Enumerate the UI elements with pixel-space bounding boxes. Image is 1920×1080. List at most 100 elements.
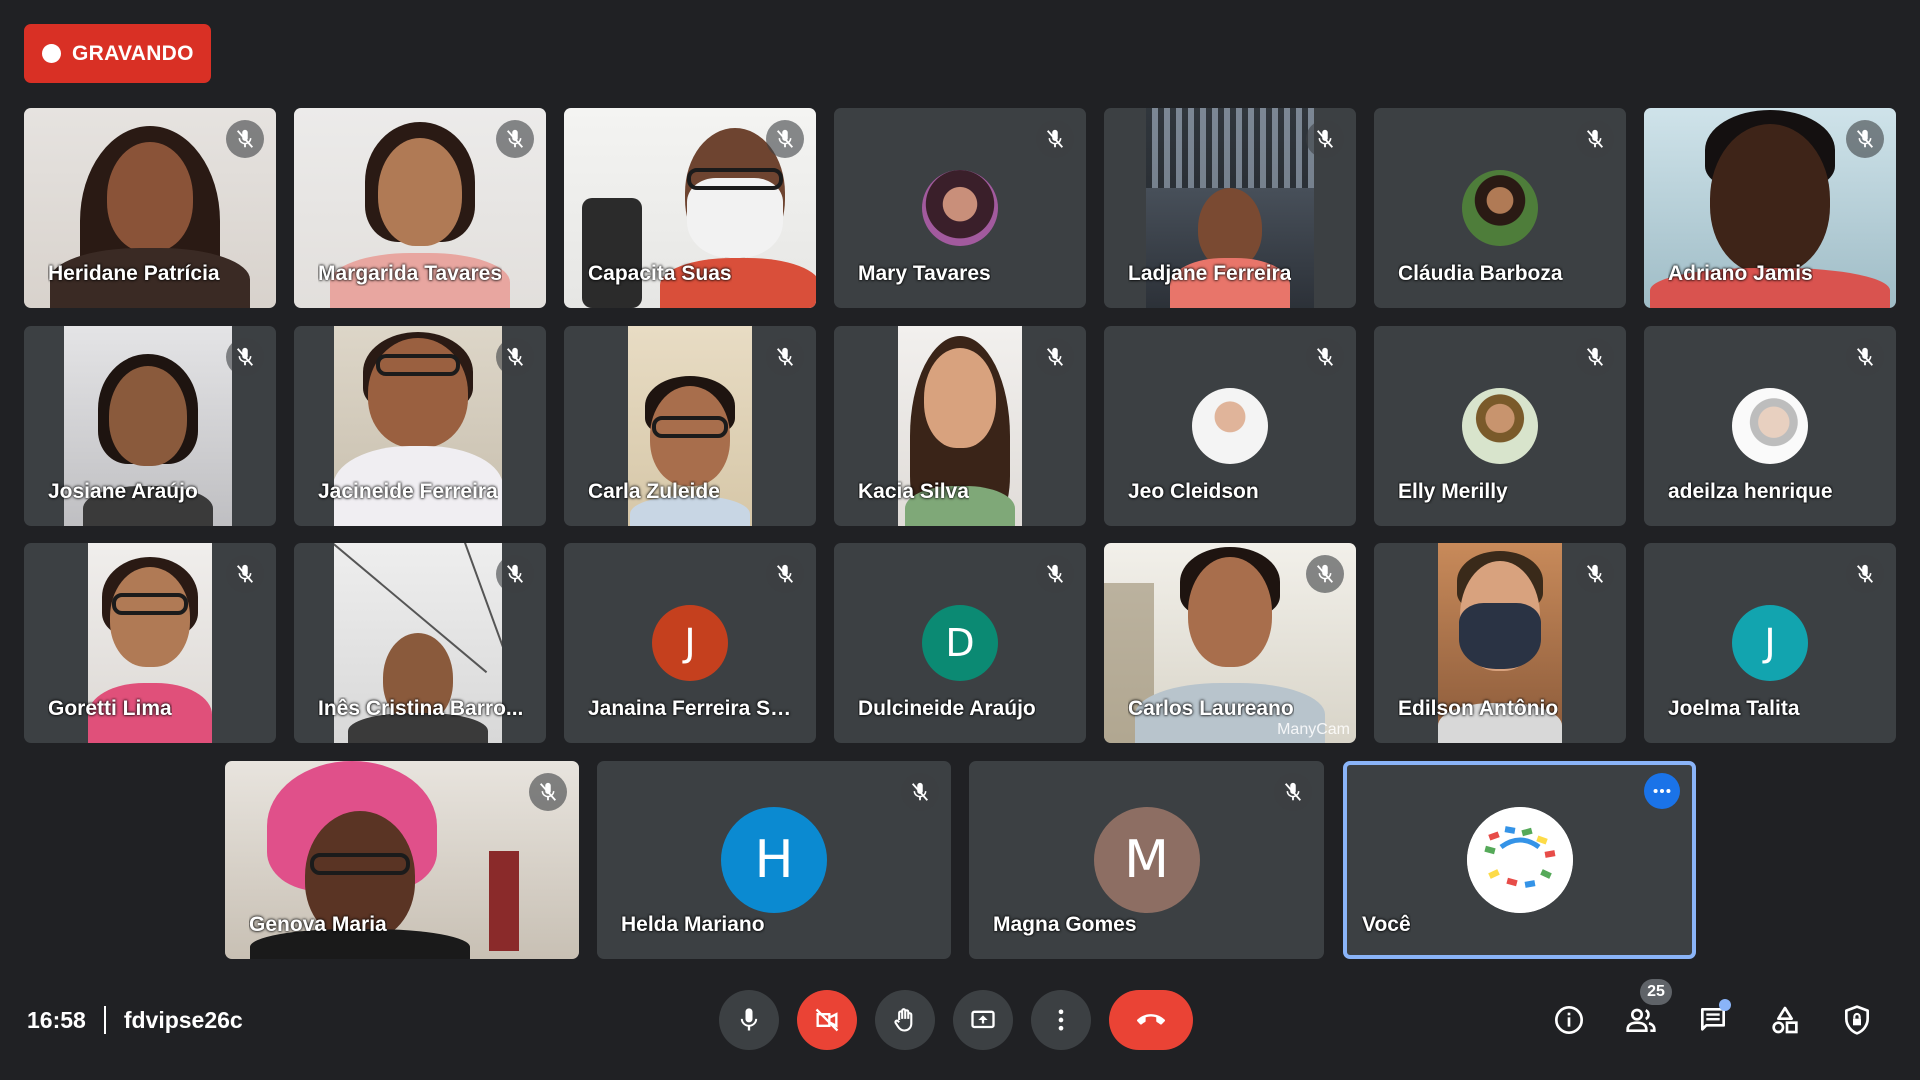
more-vert-icon: [1058, 1009, 1064, 1031]
participant-tile[interactable]: Elly Merilly: [1374, 326, 1626, 526]
participant-tile[interactable]: Cláudia Barboza: [1374, 108, 1626, 308]
mic-off-icon: [1036, 120, 1074, 158]
mic-off-icon: [1576, 120, 1614, 158]
participant-tile[interactable]: Margarida Tavares: [294, 108, 546, 308]
participant-name: Cláudia Barboza: [1398, 262, 1563, 285]
mic-off-icon: [1306, 120, 1344, 158]
participant-tile[interactable]: Jacineide Ferreira: [294, 326, 546, 526]
more-options-button[interactable]: [1031, 990, 1091, 1050]
participant-count-badge: 25: [1640, 979, 1672, 1005]
participant-tile[interactable]: H Helda Mariano: [597, 761, 951, 959]
shield-lock-icon: [1845, 1005, 1869, 1035]
participant-name: Ladjane Ferreira: [1128, 262, 1292, 285]
present-screen-icon: [971, 1010, 995, 1029]
people-icon: [1626, 1008, 1656, 1032]
avatar: [1462, 170, 1538, 246]
participant-tile[interactable]: Goretti Lima: [24, 543, 276, 743]
participant-name: Capacita Suas: [588, 262, 732, 285]
avatar: [1732, 388, 1808, 464]
participant-tile[interactable]: Mary Tavares: [834, 108, 1086, 308]
mic-off-icon: [766, 120, 804, 158]
participant-tile[interactable]: Heridane Patrícia: [24, 108, 276, 308]
more-options-button[interactable]: [1644, 773, 1680, 809]
chat-notification-dot: [1719, 999, 1731, 1011]
mic-off-icon: [496, 338, 534, 376]
microphone-button[interactable]: [719, 990, 779, 1050]
participant-tile[interactable]: Josiane Araújo: [24, 326, 276, 526]
participant-name: Inês Cristina Barro...: [318, 697, 524, 720]
capacita-suas-logo-icon: [1466, 807, 1573, 913]
mic-off-icon: [1036, 555, 1074, 593]
info-icon: [1555, 1006, 1583, 1034]
activities-icon: [1772, 1006, 1798, 1034]
meeting-details-button[interactable]: [1547, 998, 1591, 1042]
mic-off-icon: [1846, 120, 1884, 158]
participant-name: Josiane Araújo: [48, 480, 198, 503]
mic-off-icon: [901, 773, 939, 811]
hand-icon: [894, 1008, 913, 1032]
avatar: [1462, 388, 1538, 464]
recording-label: GRAVANDO: [72, 41, 194, 65]
clock-time: 16:58: [27, 1006, 86, 1033]
participant-tile[interactable]: J Joelma Talita: [1644, 543, 1896, 743]
participant-tile[interactable]: Inês Cristina Barro...: [294, 543, 546, 743]
mic-off-icon: [766, 338, 804, 376]
participant-name: Edilson Antônio: [1398, 697, 1559, 720]
leave-call-button[interactable]: [1109, 990, 1193, 1050]
mic-off-icon: [1576, 555, 1614, 593]
participant-tile[interactable]: Ladjane Ferreira: [1104, 108, 1356, 308]
present-button[interactable]: [953, 990, 1013, 1050]
participant-name: Carla Zuleide: [588, 480, 720, 503]
mic-off-icon: [1036, 338, 1074, 376]
participant-tile[interactable]: Capacita Suas: [564, 108, 816, 308]
participant-tile[interactable]: ManyCam Carlos Laureano: [1104, 543, 1356, 743]
participant-name: Você: [1362, 913, 1411, 936]
participant-name: Kacia Silva: [858, 480, 969, 503]
camera-button[interactable]: [797, 990, 857, 1050]
participant-tile[interactable]: Adriano Jamis: [1644, 108, 1896, 308]
mic-icon: [740, 1008, 758, 1031]
mic-off-icon: [496, 555, 534, 593]
mic-off-icon: [226, 338, 264, 376]
participant-tile[interactable]: M Magna Gomes: [969, 761, 1324, 959]
participant-tile[interactable]: Carla Zuleide: [564, 326, 816, 526]
raise-hand-button[interactable]: [875, 990, 935, 1050]
avatar: J: [652, 605, 728, 681]
self-tile[interactable]: Você: [1343, 761, 1696, 959]
host-controls-button[interactable]: [1835, 998, 1879, 1042]
participant-tile[interactable]: Genova Maria: [225, 761, 579, 959]
recording-badge: GRAVANDO: [24, 24, 211, 83]
mic-off-icon: [766, 555, 804, 593]
participant-name: Genova Maria: [249, 913, 387, 936]
avatar: J: [1732, 605, 1808, 681]
participant-name: Jeo Cleidson: [1128, 480, 1259, 503]
participant-name: Mary Tavares: [858, 262, 991, 285]
mic-off-icon: [1846, 555, 1884, 593]
participant-tile[interactable]: J Janaina Ferreira Sa...: [564, 543, 816, 743]
participant-name: Joelma Talita: [1668, 697, 1800, 720]
avatar: M: [1093, 807, 1200, 913]
activities-button[interactable]: [1763, 998, 1807, 1042]
watermark: ManyCam: [1277, 721, 1350, 738]
mic-off-icon: [226, 555, 264, 593]
divider: [103, 1006, 106, 1034]
participant-name: Jacineide Ferreira: [318, 480, 498, 503]
participant-name: Helda Mariano: [621, 913, 765, 936]
participant-name: Heridane Patrícia: [48, 262, 220, 285]
participant-tile[interactable]: Kacia Silva: [834, 326, 1086, 526]
participant-tile[interactable]: D Dulcineide Araújo: [834, 543, 1086, 743]
more-horiz-icon: [1653, 788, 1671, 794]
meeting-info: 16:58 fdvipse26c: [27, 1000, 243, 1040]
participant-tile[interactable]: Edilson Antônio: [1374, 543, 1626, 743]
mic-off-icon: [529, 773, 567, 811]
participant-tile[interactable]: adeilza henrique: [1644, 326, 1896, 526]
avatar-logo: [1466, 807, 1573, 913]
avatar: H: [721, 807, 827, 913]
mic-off-icon: [496, 120, 534, 158]
mic-off-icon: [226, 120, 264, 158]
meeting-code: fdvipse26c: [123, 1006, 243, 1033]
participant-tile[interactable]: Jeo Cleidson: [1104, 326, 1356, 526]
mic-off-icon: [1274, 773, 1312, 811]
participant-name: Dulcineide Araújo: [858, 697, 1036, 720]
participant-name: Goretti Lima: [48, 697, 172, 720]
